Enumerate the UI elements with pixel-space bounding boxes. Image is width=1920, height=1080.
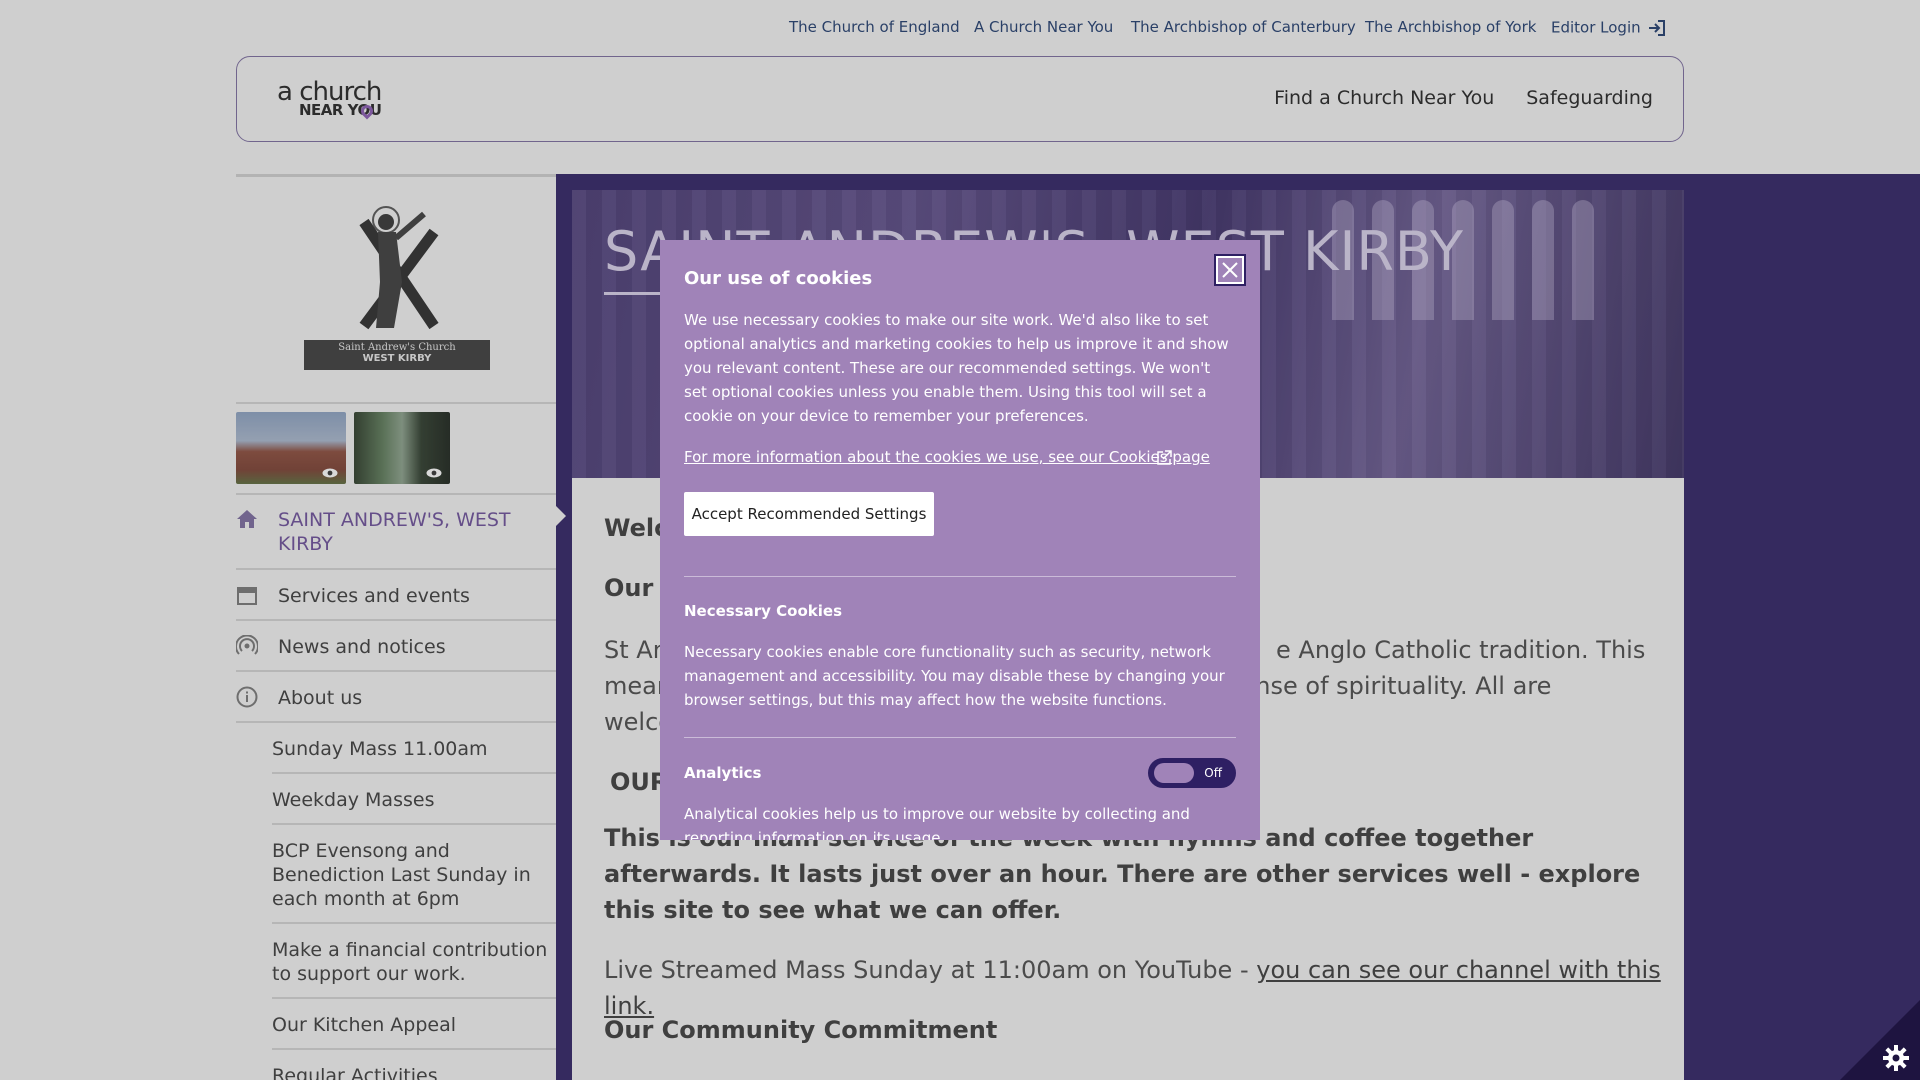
necessary-cookies-text: Necessary cookies enable core functional…	[684, 643, 1225, 709]
cookie-intro-text: We use necessary cookies to make our sit…	[684, 311, 1229, 425]
external-link-icon	[1157, 450, 1172, 465]
close-dialog-button[interactable]	[1214, 254, 1246, 286]
analytics-toggle[interactable]: Off	[1148, 758, 1236, 788]
cookies-page-link[interactable]: For more information about the cookies w…	[684, 448, 1210, 466]
analytics-heading: Analytics	[684, 764, 762, 782]
toggle-knob	[1154, 763, 1194, 783]
necessary-cookies-heading: Necessary Cookies	[684, 602, 843, 620]
analytics-text: Analytical cookies help us to improve ou…	[684, 805, 1190, 840]
gear-icon	[1883, 1045, 1909, 1071]
modal-divider	[684, 576, 1236, 577]
cookie-dialog-title: Our use of cookies	[684, 268, 873, 289]
cookie-settings-corner[interactable]	[1840, 1000, 1920, 1080]
modal-divider	[684, 737, 1236, 738]
accept-recommended-button[interactable]: Accept Recommended Settings	[684, 492, 934, 536]
cookie-consent-dialog: Our use of cookies We use necessary cook…	[660, 240, 1260, 840]
close-icon	[1222, 262, 1238, 278]
toggle-state-label: Off	[1204, 766, 1222, 780]
